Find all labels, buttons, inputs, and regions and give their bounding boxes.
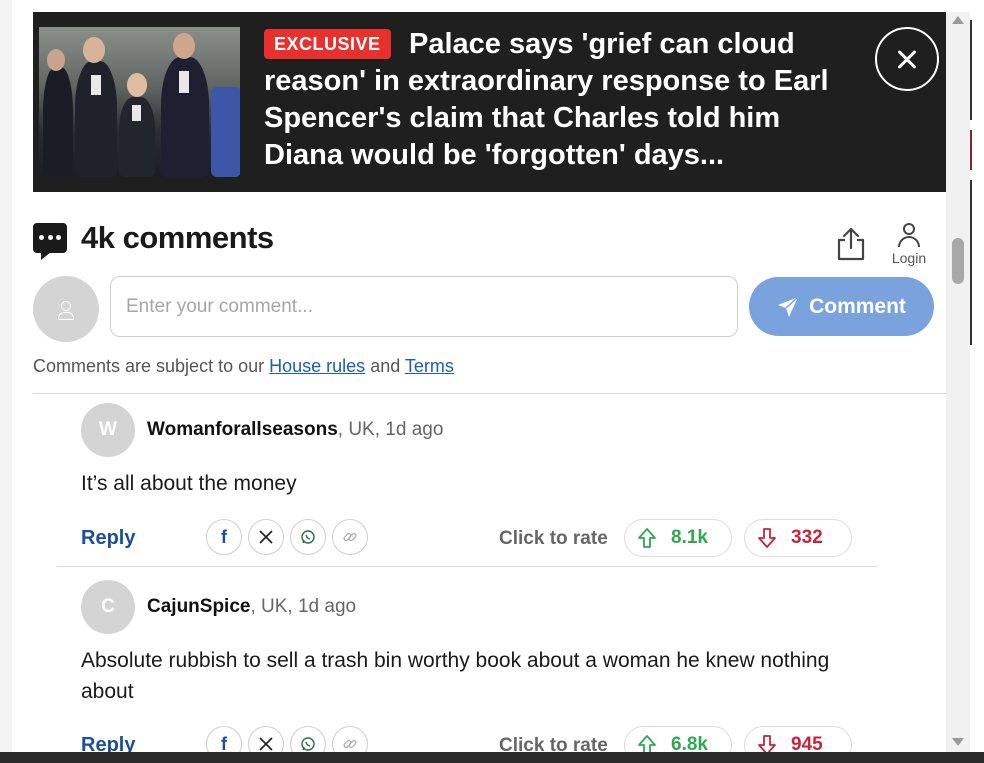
comment-submit-label: Comment bbox=[809, 294, 906, 318]
avatar: C bbox=[81, 580, 135, 634]
send-icon bbox=[778, 295, 799, 317]
whatsapp-icon[interactable] bbox=[290, 519, 326, 555]
vertical-scrollbar[interactable] bbox=[946, 12, 970, 752]
avatar bbox=[33, 276, 99, 342]
close-banner-button[interactable] bbox=[875, 27, 939, 91]
comment-meta: Womanforallseasons, UK, 1d ago bbox=[147, 419, 443, 441]
login-label: Login bbox=[891, 250, 927, 266]
avatar: W bbox=[81, 403, 135, 457]
upvote-button[interactable]: 8.1k bbox=[624, 519, 732, 557]
comment-body: Absolute rubbish to sell a trash bin wor… bbox=[81, 649, 830, 703]
rules-and: and bbox=[370, 356, 401, 376]
article-banner[interactable]: EXCLUSIVE Palace says 'grief can cloud r… bbox=[33, 12, 946, 192]
house-rules-link[interactable]: House rules bbox=[269, 356, 365, 376]
terms-link[interactable]: Terms bbox=[405, 356, 454, 376]
arrow-up-icon bbox=[638, 528, 656, 548]
comment-location-time: , UK, 1d ago bbox=[337, 419, 444, 440]
comment-author[interactable]: Womanforallseasons bbox=[147, 419, 338, 440]
comment-divider bbox=[57, 566, 877, 567]
user-icon bbox=[897, 222, 921, 248]
facebook-icon[interactable]: f bbox=[206, 519, 242, 555]
scrollbar-thumb[interactable] bbox=[952, 238, 964, 284]
arrow-down-icon bbox=[758, 528, 776, 548]
downvote-count: 332 bbox=[791, 527, 823, 548]
rate-label: Click to rate bbox=[499, 528, 608, 549]
bottom-edge bbox=[0, 752, 984, 763]
reply-button[interactable]: Reply bbox=[81, 527, 135, 550]
comment-input[interactable] bbox=[110, 276, 738, 337]
comment-rules-text: Comments are subject to our House rules … bbox=[33, 356, 454, 377]
comment-author[interactable]: CajunSpice bbox=[147, 596, 250, 617]
downvote-button[interactable]: 332 bbox=[744, 519, 852, 557]
x-icon[interactable] bbox=[248, 519, 284, 555]
comment-bubble-icon bbox=[33, 223, 67, 260]
comments-header: 4k comments bbox=[33, 218, 274, 260]
scroll-down-icon[interactable] bbox=[952, 738, 964, 746]
article-thumbnail bbox=[39, 27, 240, 177]
comment-item: W Womanforallseasons, UK, 1d ago It’s al… bbox=[57, 403, 877, 567]
page-right-edge bbox=[970, 0, 984, 763]
comment-location-time: , UK, 1d ago bbox=[250, 596, 357, 617]
login-button[interactable]: Login bbox=[884, 222, 934, 268]
page-left-edge bbox=[0, 0, 12, 763]
share-icon[interactable] bbox=[836, 226, 866, 262]
section-divider bbox=[33, 393, 946, 394]
upvote-count: 8.1k bbox=[671, 527, 708, 548]
comment-meta: CajunSpice, UK, 1d ago bbox=[147, 596, 356, 618]
comment-actions: Reply f Click to rate 8.1k 332 bbox=[81, 519, 861, 557]
comment-body: It’s all about the money bbox=[81, 472, 297, 495]
rules-prefix: Comments are subject to our bbox=[33, 356, 265, 376]
link-icon[interactable] bbox=[332, 519, 368, 555]
comments-count-title: 4k comments bbox=[81, 220, 274, 255]
article-headline[interactable]: Palace says 'grief can cloud reason' in … bbox=[264, 26, 864, 174]
scroll-up-icon[interactable] bbox=[952, 16, 964, 24]
comment-item: C CajunSpice, UK, 1d ago Absolute rubbis… bbox=[57, 580, 877, 763]
comment-submit-button[interactable]: Comment bbox=[749, 277, 934, 336]
